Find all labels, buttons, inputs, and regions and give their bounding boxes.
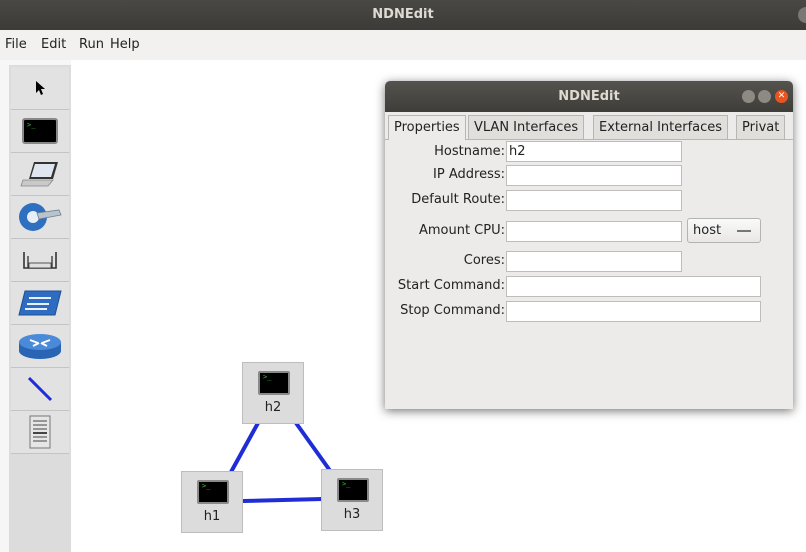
svg-text:>_: >_ [27,121,36,129]
start-command-label: Start Command: [397,278,505,293]
cpu-type-value: host [693,223,722,238]
link-icon [27,376,53,402]
host-properties-dialog: NDNEdit ✕ Properties VLAN Interfaces Ext… [385,81,793,409]
tab-private[interactable]: Privat [736,115,786,139]
terminal-icon: >_ [258,371,290,395]
server-tool-button[interactable] [11,411,69,454]
controller-icon [19,203,62,231]
dialog-title: NDNEdit [558,89,620,104]
node-label: h2 [264,400,282,415]
pointer-icon [36,81,45,95]
stop-command-label: Stop Command: [400,303,505,318]
server-icon [29,415,51,449]
start-command-field[interactable] [506,276,761,297]
laptop-tool-button[interactable] [11,153,69,196]
menu-run[interactable]: Run [79,37,104,52]
router-tool-button[interactable] [11,325,69,368]
dialog-titlebar: NDNEdit ✕ [385,81,793,112]
amount-cpu-field[interactable] [506,221,682,242]
link-h1-h3[interactable] [242,497,323,503]
terminal-icon: >_ [197,480,229,504]
host-tool-button[interactable]: >_ [11,110,69,153]
select-tool-button[interactable] [11,67,69,110]
host-node-h1[interactable]: >_ h1 [181,471,243,533]
default-route-label: Default Route: [411,192,505,207]
link-h2-h3[interactable] [294,421,333,474]
dropdown-indicator-icon [737,230,751,232]
cores-label: Cores: [463,253,505,268]
dialog-tabs: Properties VLAN Interfaces External Inte… [385,112,793,140]
hostname-label: Hostname: [434,144,505,159]
tab-external-interfaces[interactable]: External Interfaces [593,115,729,139]
app-titlebar: NDNEdit [0,0,806,30]
ip-address-field[interactable] [506,165,682,186]
window-control-button[interactable] [798,7,806,23]
link-tool-button[interactable] [11,368,69,411]
router-icon [19,334,61,359]
laptop-icon [20,162,58,187]
terminal-icon: >_ [337,478,369,502]
tool-palette: >_ [9,65,71,552]
host-node-h2[interactable]: >_ h2 [242,362,304,424]
switch-icon [18,290,62,316]
access-point-icon [23,252,57,269]
menu-help[interactable]: Help [110,37,140,52]
close-icon[interactable]: ✕ [775,90,788,103]
maximize-icon[interactable] [758,90,771,103]
default-route-field[interactable] [506,190,682,211]
tab-properties[interactable]: Properties [388,115,466,140]
cpu-type-select[interactable]: host [687,218,761,243]
amount-cpu-label: Amount CPU: [418,223,505,238]
link-h2-h1[interactable] [229,422,260,473]
access-point-tool-button[interactable] [11,239,69,282]
window-title: NDNEdit [372,7,434,22]
controller-tool-button[interactable] [11,196,69,239]
node-label: h1 [203,509,221,524]
tab-vlan-interfaces[interactable]: VLAN Interfaces [468,115,585,139]
cores-field[interactable] [506,251,682,272]
menubar: File Edit Run Help [0,30,806,60]
menu-edit[interactable]: Edit [41,37,66,52]
minimize-icon[interactable] [742,90,755,103]
ip-address-label: IP Address: [433,167,505,182]
switch-tool-button[interactable] [11,282,69,325]
terminal-icon: >_ [22,118,58,144]
hostname-field[interactable]: h2 [506,141,682,162]
host-node-h3[interactable]: >_ h3 [321,469,383,531]
menu-file[interactable]: File [5,37,27,52]
node-label: h3 [343,507,361,522]
stop-command-field[interactable] [506,301,761,322]
